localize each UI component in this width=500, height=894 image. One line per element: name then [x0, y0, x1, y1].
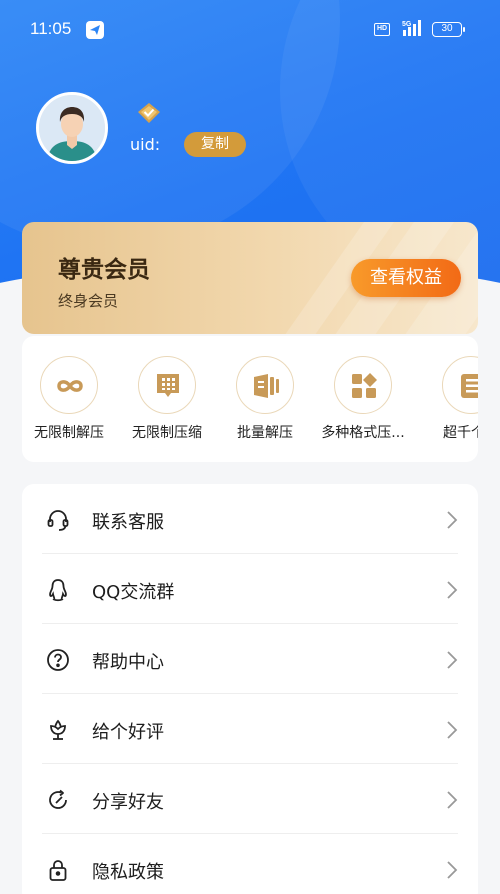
menu-label: 帮助中心 — [92, 652, 164, 673]
hd-icon: HD — [374, 23, 390, 36]
feature-label: 超千个文 — [443, 425, 478, 441]
formats-icon — [334, 356, 392, 414]
chevron-right-icon — [446, 580, 458, 600]
vip-card: 尊贵会员 终身会员 查看权益 — [22, 222, 478, 334]
menu-label: 联系客服 — [92, 512, 164, 533]
menu-label: QQ交流群 — [92, 582, 175, 603]
menu-item-privacy-policy[interactable]: 隐私政策 — [22, 834, 478, 894]
feature-label: 多种格式压... — [321, 425, 405, 441]
help-circle-icon — [46, 648, 70, 672]
view-benefits-button[interactable]: 查看权益 — [351, 259, 461, 297]
menu-item-qq-group[interactable]: QQ交流群 — [22, 554, 478, 624]
menu-label: 隐私政策 — [92, 862, 164, 883]
battery-icon: 30 — [432, 22, 465, 37]
feature-unlimited-unzip[interactable]: 无限制解压 — [22, 356, 118, 452]
feature-label: 批量解压 — [237, 425, 293, 441]
feature-batch-unzip[interactable]: 批量解压 — [218, 356, 314, 452]
menu-label: 给个好评 — [92, 722, 164, 743]
signal-5g-icon: 5G — [402, 19, 424, 37]
status-time: 11:05 — [30, 19, 72, 38]
features-row: 无限制解压 无限制压缩 批量解压 多种格式压... 超千 — [22, 336, 478, 462]
svg-text:5G: 5G — [402, 21, 412, 28]
feature-unlimited-zip[interactable]: 无限制压缩 — [120, 356, 216, 452]
chevron-right-icon — [446, 720, 458, 740]
chevron-right-icon — [446, 790, 458, 810]
menu-list: 联系客服 QQ交流群 帮助中心 给个好评 分享好友 隐私政策 — [22, 484, 478, 894]
chevron-right-icon — [446, 860, 458, 880]
headset-icon — [46, 508, 70, 532]
flower-icon — [46, 718, 70, 742]
avatar[interactable] — [36, 92, 108, 164]
qq-penguin-icon — [46, 578, 70, 602]
menu-item-share-friends[interactable]: 分享好友 — [22, 764, 478, 834]
batch-docs-icon — [236, 356, 294, 414]
menu-item-customer-service[interactable]: 联系客服 — [22, 484, 478, 554]
lock-icon — [46, 858, 70, 882]
share-refresh-icon — [46, 788, 70, 812]
uid-label: uid: — [130, 135, 161, 154]
status-bar: 11:05 HD 5G 30 — [0, 0, 500, 60]
chevron-right-icon — [446, 650, 458, 670]
file-list-icon — [442, 356, 478, 414]
vip-diamond-icon — [137, 102, 161, 124]
menu-label: 分享好友 — [92, 792, 164, 813]
vip-title: 尊贵会员 — [58, 257, 150, 283]
menu-item-help-center[interactable]: 帮助中心 — [22, 624, 478, 694]
feature-thousand-files[interactable]: 超千个文 — [424, 356, 478, 452]
paper-plane-icon — [86, 21, 104, 39]
menu-item-rate-app[interactable]: 给个好评 — [22, 694, 478, 764]
copy-uid-button[interactable]: 复制 — [184, 132, 246, 157]
feature-label: 无限制压缩 — [132, 425, 202, 441]
infinity-icon — [40, 356, 98, 414]
chevron-right-icon — [446, 510, 458, 530]
feature-multi-format[interactable]: 多种格式压... — [316, 356, 412, 452]
feature-label: 无限制解压 — [34, 425, 104, 441]
vip-subtitle: 终身会员 — [58, 292, 119, 310]
grid-chat-icon — [138, 356, 196, 414]
